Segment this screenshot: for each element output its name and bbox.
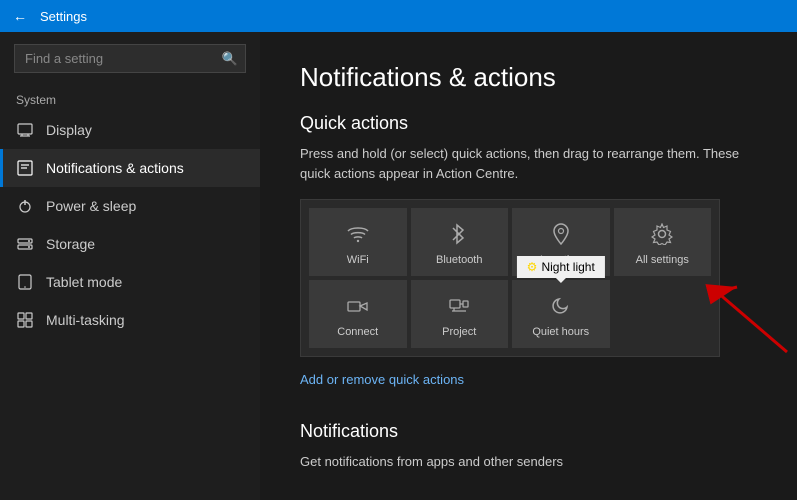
search-container: 🔍 xyxy=(14,44,246,73)
qa-tile-quiet[interactable]: ⚙Night light Quiet hours xyxy=(512,280,610,348)
qa-tile-bluetooth[interactable]: Bluetooth xyxy=(411,208,509,276)
sidebar: 🔍 System Display Notifications & actions… xyxy=(0,32,260,500)
tablet-icon xyxy=(16,273,34,291)
wifi-icon xyxy=(317,218,399,250)
sidebar-item-multitasking[interactable]: Multi-tasking xyxy=(0,301,260,339)
qa-tile-project[interactable]: Project xyxy=(411,280,509,348)
quick-actions-desc: Press and hold (or select) quick actions… xyxy=(300,144,757,183)
search-icon: 🔍 xyxy=(222,51,238,67)
tile-label: Project xyxy=(442,326,476,338)
bluetooth-icon xyxy=(419,218,501,250)
multitasking-icon xyxy=(16,311,34,329)
quick-actions-grid: WiFi Bluetooth Location xyxy=(300,199,720,357)
storage-icon xyxy=(16,235,34,253)
sidebar-item-power[interactable]: Power & sleep xyxy=(0,187,260,225)
sidebar-item-label: Notifications & actions xyxy=(46,160,184,176)
add-remove-link[interactable]: Add or remove quick actions xyxy=(300,372,464,387)
qa-tile-connect[interactable]: Connect xyxy=(309,280,407,348)
sidebar-item-tablet[interactable]: Tablet mode xyxy=(0,263,260,301)
settings-icon xyxy=(622,218,704,250)
tile-label: Quiet hours xyxy=(532,326,589,338)
notifications-desc: Get notifications from apps and other se… xyxy=(300,452,757,472)
tile-label: Bluetooth xyxy=(436,254,482,266)
moon-icon xyxy=(520,290,602,322)
page-title: Notifications & actions xyxy=(300,62,757,93)
location-icon xyxy=(520,218,602,250)
sidebar-item-storage[interactable]: Storage xyxy=(0,225,260,263)
title-bar: ← Settings xyxy=(0,0,797,32)
notifications-section: Notifications Get notifications from app… xyxy=(300,421,757,472)
sidebar-item-display[interactable]: Display xyxy=(0,111,260,149)
sidebar-item-label: Tablet mode xyxy=(46,274,122,290)
connect-icon xyxy=(317,290,399,322)
sidebar-item-label: Display xyxy=(46,122,92,138)
sidebar-item-notifications[interactable]: Notifications & actions xyxy=(0,149,260,187)
sidebar-item-label: Power & sleep xyxy=(46,198,136,214)
tile-label: Connect xyxy=(337,326,378,338)
tile-label: WiFi xyxy=(347,254,369,266)
main-layout: 🔍 System Display Notifications & actions… xyxy=(0,32,797,500)
notifications-icon xyxy=(16,159,34,177)
power-icon xyxy=(16,197,34,215)
search-input[interactable] xyxy=(14,44,246,73)
tooltip-icon: ⚙ xyxy=(527,260,538,274)
quick-actions-title: Quick actions xyxy=(300,113,757,134)
qa-tile-wifi[interactable]: WiFi xyxy=(309,208,407,276)
sidebar-section-title: System xyxy=(0,85,260,111)
sidebar-item-label: Storage xyxy=(46,236,95,252)
notifications-title: Notifications xyxy=(300,421,757,442)
project-icon xyxy=(419,290,501,322)
app-title: Settings xyxy=(40,9,87,24)
night-light-tooltip: ⚙Night light xyxy=(517,256,605,278)
qa-tile-allsettings[interactable]: All settings xyxy=(614,208,712,276)
display-icon xyxy=(16,121,34,139)
content-area: Notifications & actions Quick actions Pr… xyxy=(260,32,797,500)
back-button[interactable]: ← xyxy=(10,6,30,26)
sidebar-item-label: Multi-tasking xyxy=(46,312,125,328)
tile-label: All settings xyxy=(636,254,689,266)
